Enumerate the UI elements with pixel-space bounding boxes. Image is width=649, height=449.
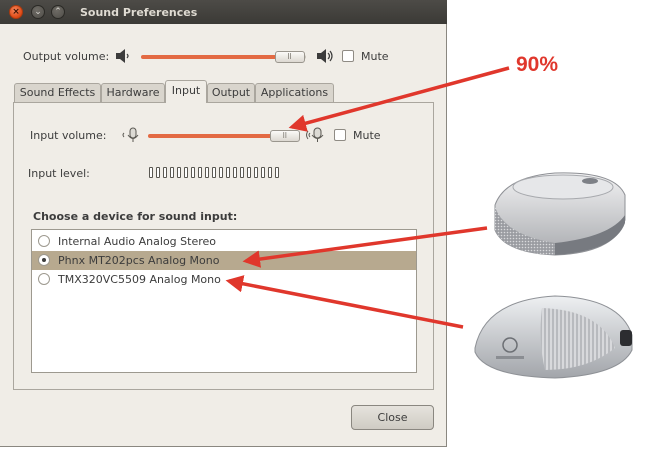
arrow-to-input-slider xyxy=(288,66,510,132)
arrow-to-tmx-device xyxy=(225,275,464,329)
tmx-speakerphone-image xyxy=(474,295,633,379)
arrow-to-phnx-device xyxy=(242,226,488,268)
phnx-speakerphone-image xyxy=(494,172,626,256)
